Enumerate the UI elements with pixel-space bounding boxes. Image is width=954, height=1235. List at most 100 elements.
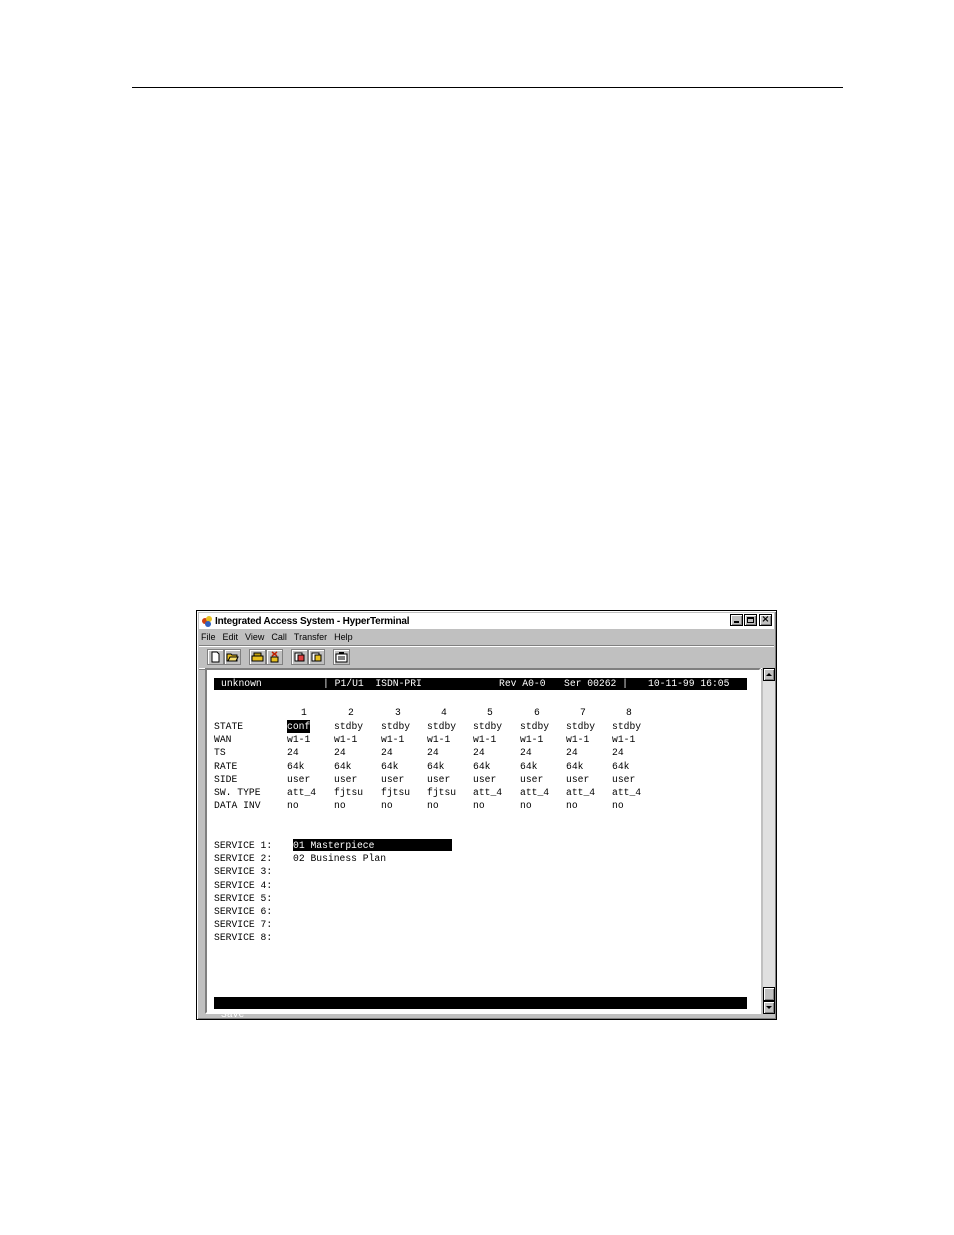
terminal-frame: unknown | P1/U1 ISDN-PRI Rev A0-0 Ser 00… xyxy=(205,668,761,1044)
maximize-icon[interactable] xyxy=(744,614,757,626)
terminal-screen[interactable]: unknown | P1/U1 ISDN-PRI Rev A0-0 Ser 00… xyxy=(214,678,747,1044)
service-label: SERVICE 4: xyxy=(214,879,273,891)
receive-icon[interactable] xyxy=(308,649,325,665)
scroll-thumb[interactable] xyxy=(763,987,775,1001)
status-rev: Rev A0-0 xyxy=(499,678,546,689)
service-value-field[interactable]: 02 Business Plan xyxy=(293,852,386,865)
page-header-rule xyxy=(132,87,843,88)
properties-icon[interactable] xyxy=(333,649,350,665)
grid-cell[interactable]: no xyxy=(334,799,346,812)
grid-cell[interactable]: no xyxy=(520,799,532,812)
grid-cell[interactable]: w1-1 xyxy=(520,733,543,746)
window-controls: × xyxy=(729,614,772,626)
disconnect-icon[interactable] xyxy=(266,649,283,665)
grid-cell[interactable]: stdby xyxy=(334,720,363,733)
send-icon[interactable] xyxy=(291,649,308,665)
column-header: 5 xyxy=(487,707,493,718)
grid-cell[interactable]: stdby xyxy=(427,720,456,733)
grid-cell[interactable]: stdby xyxy=(520,720,549,733)
status-ser: Ser 00262 | xyxy=(564,678,628,689)
grid-cell[interactable]: 64k xyxy=(473,760,490,773)
grid-cell[interactable]: w1-1 xyxy=(612,733,635,746)
minimize-icon[interactable] xyxy=(730,614,743,626)
new-icon[interactable] xyxy=(207,649,224,665)
grid-cell[interactable]: 24 xyxy=(427,746,439,759)
main-command[interactable]: Main xyxy=(266,1033,289,1045)
grid-cell[interactable]: w1-1 xyxy=(334,733,357,746)
close-icon[interactable]: × xyxy=(759,614,772,626)
grid-cell[interactable]: att_4 xyxy=(612,786,641,799)
grid-cell[interactable]: user xyxy=(381,773,404,786)
scroll-up-icon[interactable] xyxy=(763,668,775,681)
grid-cell[interactable]: w1-1 xyxy=(566,733,589,746)
grid-cell[interactable]: 24 xyxy=(520,746,532,759)
grid-cell[interactable]: fjtsu xyxy=(334,786,363,799)
grid-cell[interactable]: stdby xyxy=(612,720,641,733)
grid-cell[interactable]: 64k xyxy=(612,760,629,773)
grid-cell[interactable]: att_4 xyxy=(287,786,316,799)
hyperterminal-window: Integrated Access System - HyperTerminal… xyxy=(196,610,777,1044)
grid-cell[interactable]: user xyxy=(473,773,496,786)
menu-edit[interactable]: Edit xyxy=(223,632,239,642)
grid-cell[interactable]: 64k xyxy=(334,760,351,773)
row-label: DATA INV xyxy=(214,800,261,812)
grid-cell[interactable]: 64k xyxy=(287,760,304,773)
title-bar[interactable]: Integrated Access System - HyperTerminal… xyxy=(199,613,774,629)
grid-cell[interactable]: att_4 xyxy=(473,786,502,799)
grid-cell[interactable]: w1-1 xyxy=(287,733,310,746)
row-label: SW. TYPE xyxy=(214,787,261,798)
menu-transfer[interactable]: Transfer xyxy=(294,632,327,642)
grid-cell[interactable]: 64k xyxy=(520,760,537,773)
menu-view[interactable]: View xyxy=(245,632,264,642)
menu-call[interactable]: Call xyxy=(271,632,287,642)
grid-cell[interactable]: 24 xyxy=(612,746,624,759)
grid-cell[interactable]: fjtsu xyxy=(427,786,456,799)
grid-cell[interactable]: 24 xyxy=(473,746,485,759)
vertical-scrollbar[interactable] xyxy=(762,668,775,1014)
grid-cell[interactable]: 24 xyxy=(381,746,393,759)
grid-cell[interactable]: user xyxy=(287,773,310,786)
grid-cell[interactable]: 24 xyxy=(334,746,346,759)
grid-cell[interactable]: user xyxy=(520,773,543,786)
menu-help[interactable]: Help xyxy=(334,632,353,642)
column-header: 8 xyxy=(626,707,632,718)
grid-cell[interactable]: fjtsu xyxy=(381,786,410,799)
scroll-down-icon[interactable] xyxy=(763,1001,775,1014)
grid-cell[interactable]: user xyxy=(612,773,635,786)
service-value-field[interactable]: 01 Masterpiece xyxy=(293,839,452,851)
grid-cell[interactable]: no xyxy=(381,799,393,812)
grid-cell[interactable]: stdby xyxy=(381,720,410,733)
grid-cell[interactable]: user xyxy=(566,773,589,786)
grid-cell[interactable]: att_4 xyxy=(566,786,595,799)
hyperterminal-app-icon[interactable] xyxy=(202,615,213,627)
open-icon[interactable] xyxy=(224,649,241,665)
connect-icon[interactable] xyxy=(249,649,266,665)
status-slot: | P1/U1 ISDN-PRI xyxy=(323,678,422,689)
grid-cell[interactable]: w1-1 xyxy=(427,733,450,746)
grid-cell[interactable]: 24 xyxy=(287,746,299,759)
column-header: 7 xyxy=(580,707,586,718)
terminal-status-bar: unknown | P1/U1 ISDN-PRI Rev A0-0 Ser 00… xyxy=(214,678,747,690)
grid-cell[interactable]: att_4 xyxy=(520,786,549,799)
grid-cell[interactable]: conf xyxy=(287,720,311,734)
grid-cell[interactable]: w1-1 xyxy=(473,733,496,746)
column-header: 6 xyxy=(534,707,540,718)
grid-cell[interactable]: w1-1 xyxy=(381,733,404,746)
grid-cell[interactable]: no xyxy=(427,799,439,812)
menu-file[interactable]: File xyxy=(201,632,216,642)
grid-cell[interactable]: no xyxy=(612,799,624,812)
column-header: 1 xyxy=(301,707,307,718)
grid-cell[interactable]: stdby xyxy=(473,720,502,733)
grid-cell[interactable]: 64k xyxy=(427,760,444,773)
grid-cell[interactable]: 64k xyxy=(381,760,398,773)
grid-cell[interactable]: 24 xyxy=(566,746,578,759)
save-command[interactable]: Save xyxy=(221,1009,244,1021)
grid-cell[interactable]: user xyxy=(427,773,450,786)
status-datetime: 10-11-99 16:05 xyxy=(648,678,730,689)
grid-cell[interactable]: 64k xyxy=(566,760,583,773)
grid-cell[interactable]: stdby xyxy=(566,720,595,733)
grid-cell[interactable]: no xyxy=(566,799,578,812)
grid-cell[interactable]: no xyxy=(473,799,485,812)
grid-cell[interactable]: user xyxy=(334,773,357,786)
grid-cell[interactable]: no xyxy=(287,799,299,812)
